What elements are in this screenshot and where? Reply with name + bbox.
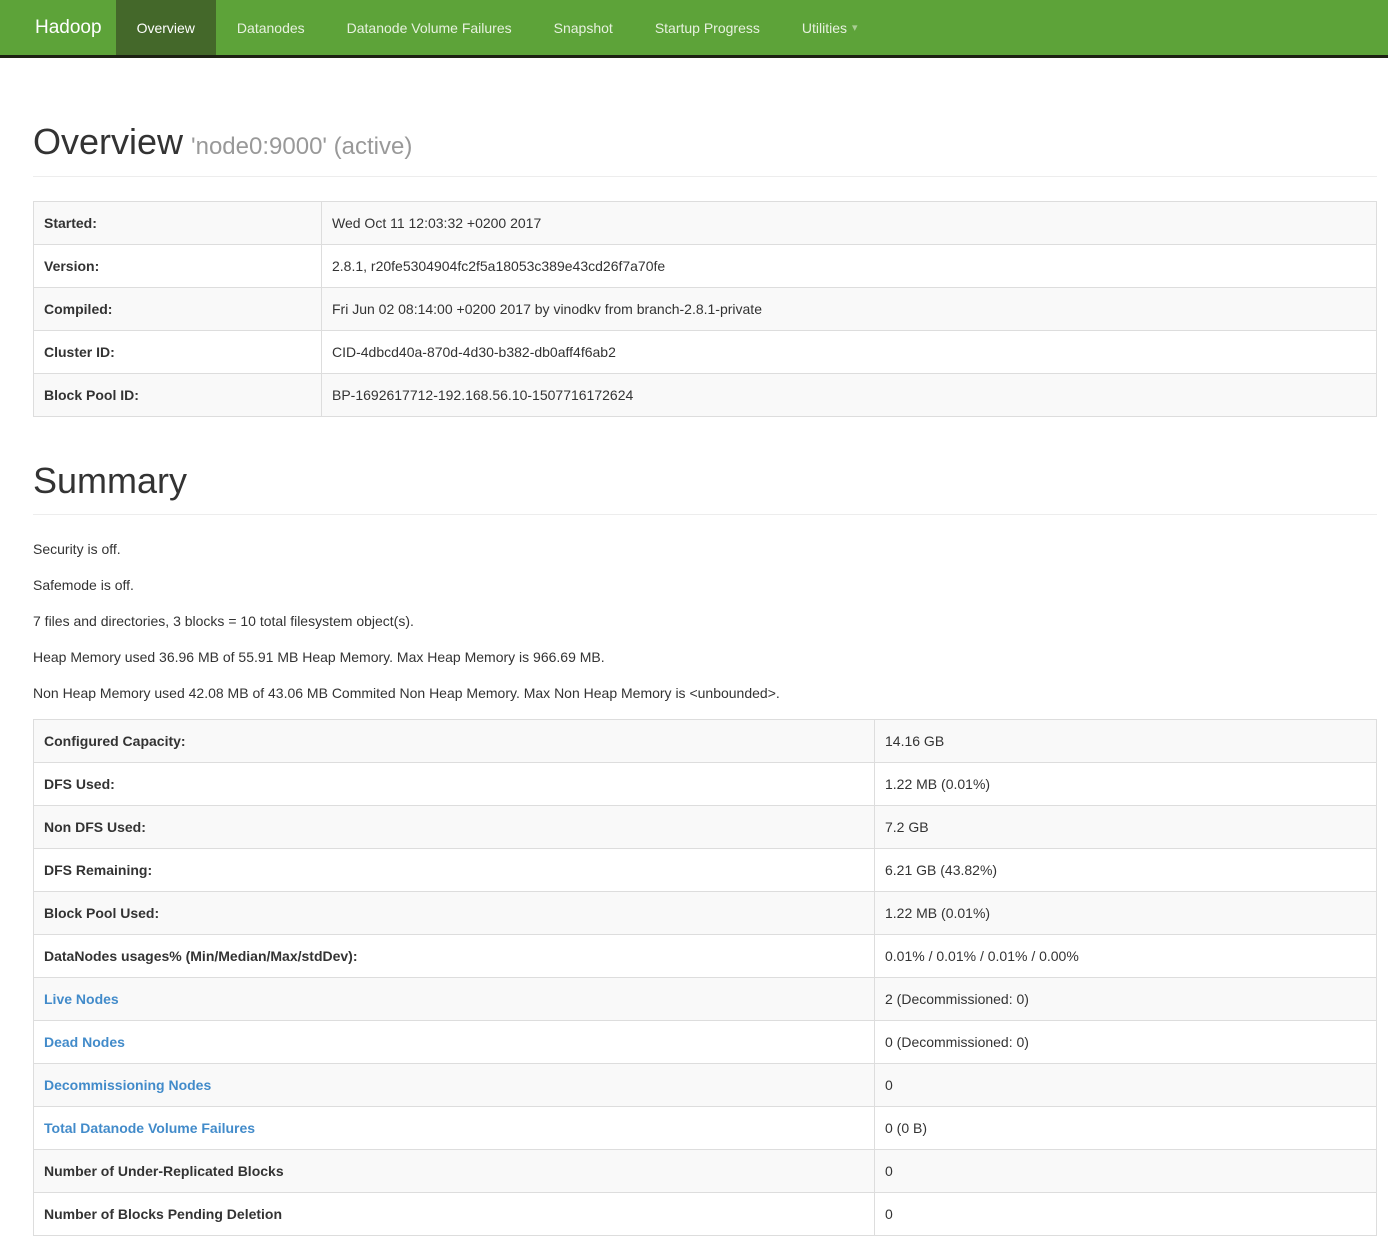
summary-row-label: Number of Under-Replicated Blocks (34, 1150, 875, 1193)
navbar-menu: Overview Datanodes Datanode Volume Failure… (116, 0, 879, 55)
summary-row-label: DFS Remaining: (34, 849, 875, 892)
summary-row-value: 1.22 MB (0.01%) (875, 763, 1377, 806)
nav-item-datanodes[interactable]: Datanodes (216, 0, 326, 55)
summary-row-value: 0 (0 B) (875, 1107, 1377, 1150)
summary-row-label: Dead Nodes (34, 1021, 875, 1064)
summary-row: DFS Used:1.22 MB (0.01%) (34, 763, 1377, 806)
page-subtitle: 'node0:9000' (active) (191, 133, 412, 160)
summary-row-link[interactable]: Live Nodes (44, 991, 119, 1007)
nav-item-label: Utilities (802, 20, 847, 36)
info-row: Started:Wed Oct 11 12:03:32 +0200 2017 (34, 201, 1377, 244)
summary-row-label: DFS Used: (34, 763, 875, 806)
caret-down-icon: ▾ (852, 21, 858, 34)
summary-row-value: 14.16 GB (875, 720, 1377, 763)
info-row: Version:2.8.1, r20fe5304904fc2f5a18053c3… (34, 244, 1377, 287)
info-row: Cluster ID:CID-4dbcd40a-870d-4d30-b382-d… (34, 330, 1377, 373)
summary-row: Number of Blocks Pending Deletion0 (34, 1193, 1377, 1236)
overview-info-table: Started:Wed Oct 11 12:03:32 +0200 2017Ve… (33, 201, 1377, 417)
summary-title: Summary (33, 457, 1377, 506)
summary-row: Dead Nodes 0 (Decommissioned: 0) (34, 1021, 1377, 1064)
summary-row-label: Decommissioning Nodes (34, 1064, 875, 1107)
summary-row-value: 0 (Decommissioned: 0) (875, 1021, 1377, 1064)
summary-row-link[interactable]: Decommissioning Nodes (44, 1077, 211, 1093)
info-row-label: Version: (34, 244, 322, 287)
nav-item-overview[interactable]: Overview (116, 0, 216, 55)
app-brand[interactable]: Hadoop (0, 0, 116, 55)
nav-item-datanode-volume-failures[interactable]: Datanode Volume Failures (326, 0, 533, 55)
summary-row-label: Non DFS Used: (34, 806, 875, 849)
summary-row: Number of Under-Replicated Blocks0 (34, 1150, 1377, 1193)
summary-row-value: 0 (875, 1193, 1377, 1236)
nav-item-utilities[interactable]: Utilities ▾ (781, 0, 879, 55)
navbar: Hadoop Overview Datanodes Datanode Volume … (0, 0, 1388, 58)
summary-row-value: 0 (875, 1064, 1377, 1107)
summary-row-link[interactable]: Total Datanode Volume Failures (44, 1120, 255, 1136)
summary-row: DFS Remaining:6.21 GB (43.82%) (34, 849, 1377, 892)
summary-paragraph: Non Heap Memory used 42.08 MB of 43.06 M… (33, 683, 1377, 703)
summary-table: Configured Capacity:14.16 GBDFS Used:1.2… (33, 719, 1377, 1236)
summary-row-label: Configured Capacity: (34, 720, 875, 763)
summary-row-value: 0.01% / 0.01% / 0.01% / 0.00% (875, 935, 1377, 978)
nav-item-startup-progress[interactable]: Startup Progress (634, 0, 781, 55)
summary-paragraph: Safemode is off. (33, 575, 1377, 595)
summary-row: Configured Capacity:14.16 GB (34, 720, 1377, 763)
summary-row-value: 7.2 GB (875, 806, 1377, 849)
nav-item-snapshot[interactable]: Snapshot (533, 0, 634, 55)
nav-item-label: Datanodes (237, 20, 305, 36)
nav-item-label: Startup Progress (655, 20, 760, 36)
summary-row-label: Block Pool Used: (34, 892, 875, 935)
summary-row-label: Total Datanode Volume Failures (34, 1107, 875, 1150)
info-row-label: Cluster ID: (34, 330, 322, 373)
summary-row: Decommissioning Nodes 0 (34, 1064, 1377, 1107)
summary-paragraph: Heap Memory used 36.96 MB of 55.91 MB He… (33, 647, 1377, 667)
summary-row: Non DFS Used:7.2 GB (34, 806, 1377, 849)
summary-row-value: 1.22 MB (0.01%) (875, 892, 1377, 935)
page-title: Overview (33, 121, 183, 162)
page-content: Overview 'node0:9000' (active) Started:We… (33, 118, 1377, 1236)
info-row: Block Pool ID:BP-1692617712-192.168.56.1… (34, 373, 1377, 416)
summary-row-value: 2 (Decommissioned: 0) (875, 978, 1377, 1021)
summary-paragraph: 7 files and directories, 3 blocks = 10 t… (33, 611, 1377, 631)
summary-header: Summary (33, 457, 1377, 516)
info-row-label: Started: (34, 201, 322, 244)
summary-row: Block Pool Used:1.22 MB (0.01%) (34, 892, 1377, 935)
info-row-value: CID-4dbcd40a-870d-4d30-b382-db0aff4f6ab2 (322, 330, 1377, 373)
summary-row: DataNodes usages% (Min/Median/Max/stdDev… (34, 935, 1377, 978)
summary-row-label: DataNodes usages% (Min/Median/Max/stdDev… (34, 935, 875, 978)
info-row-value: Wed Oct 11 12:03:32 +0200 2017 (322, 201, 1377, 244)
summary-row-value: 0 (875, 1150, 1377, 1193)
info-row-label: Compiled: (34, 287, 322, 330)
summary-row: Live Nodes 2 (Decommissioned: 0) (34, 978, 1377, 1021)
info-row: Compiled:Fri Jun 02 08:14:00 +0200 2017 … (34, 287, 1377, 330)
info-row-value: Fri Jun 02 08:14:00 +0200 2017 by vinodk… (322, 287, 1377, 330)
summary-row-label: Number of Blocks Pending Deletion (34, 1193, 875, 1236)
nav-item-label: Overview (137, 20, 195, 36)
nav-item-label: Datanode Volume Failures (347, 20, 512, 36)
summary-text: Security is off. Safemode is off. 7 files … (33, 539, 1377, 703)
summary-row-value: 6.21 GB (43.82%) (875, 849, 1377, 892)
nav-item-label: Snapshot (554, 20, 613, 36)
info-row-value: 2.8.1, r20fe5304904fc2f5a18053c389e43cd2… (322, 244, 1377, 287)
summary-paragraph: Security is off. (33, 539, 1377, 559)
info-row-value: BP-1692617712-192.168.56.10-150771617262… (322, 373, 1377, 416)
summary-row-label: Live Nodes (34, 978, 875, 1021)
summary-row: Total Datanode Volume Failures 0 (0 B) (34, 1107, 1377, 1150)
overview-header: Overview 'node0:9000' (active) (33, 118, 1377, 177)
summary-row-link[interactable]: Dead Nodes (44, 1034, 125, 1050)
info-row-label: Block Pool ID: (34, 373, 322, 416)
